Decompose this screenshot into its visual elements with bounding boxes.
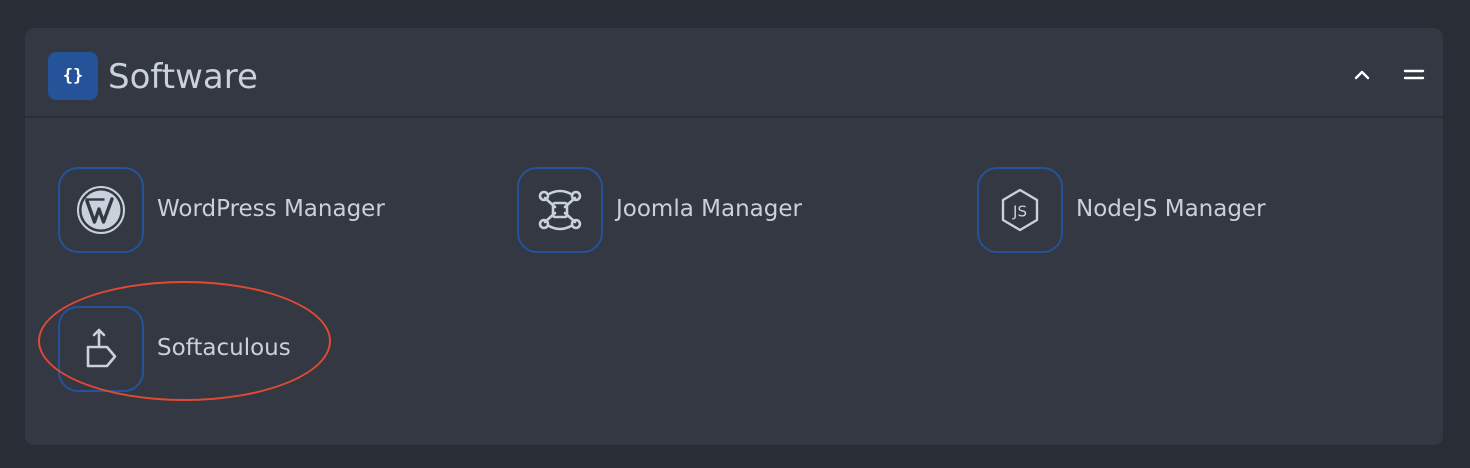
- software-panel: {} Software WordPress Manager Joomla Man…: [25, 28, 1443, 445]
- drag-handle-icon: [1403, 69, 1425, 80]
- item-label: NodeJS Manager: [1076, 196, 1266, 222]
- joomla-icon: [517, 167, 603, 253]
- item-label: Joomla Manager: [616, 196, 802, 222]
- header-icon-glyph: {}: [62, 66, 84, 86]
- panel-header: {} Software: [25, 28, 1443, 118]
- nodejs-icon: JS: [977, 167, 1063, 253]
- chevron-up-icon: [1354, 70, 1370, 80]
- panel-menu-button[interactable]: [1399, 60, 1429, 90]
- joomla-manager-item[interactable]: Joomla Manager: [517, 167, 897, 253]
- code-braces-icon: {}: [48, 52, 98, 100]
- svg-text:JS: JS: [1012, 203, 1027, 221]
- softaculous-item[interactable]: Softaculous: [58, 306, 358, 392]
- panel-title: Software: [108, 57, 258, 97]
- wordpress-icon: [58, 167, 144, 253]
- item-label: Softaculous: [157, 335, 291, 361]
- softaculous-icon: [58, 306, 144, 392]
- item-label: WordPress Manager: [157, 196, 385, 222]
- wordpress-manager-item[interactable]: WordPress Manager: [58, 167, 458, 253]
- nodejs-manager-item[interactable]: JS NodeJS Manager: [977, 167, 1357, 253]
- collapse-button[interactable]: [1347, 60, 1377, 90]
